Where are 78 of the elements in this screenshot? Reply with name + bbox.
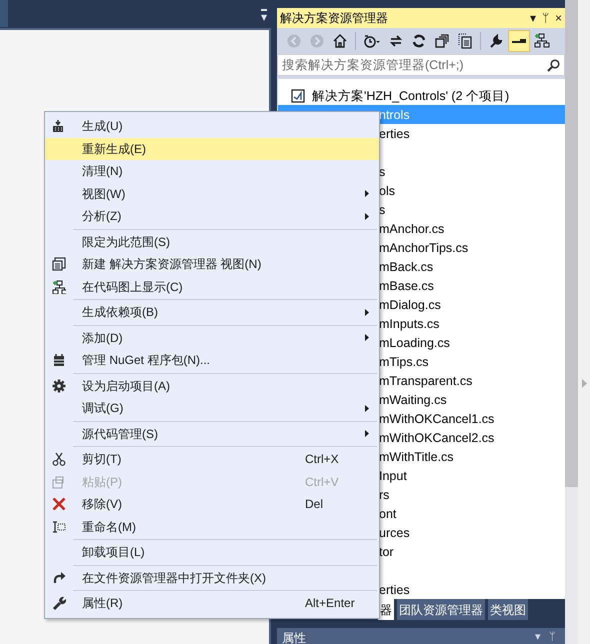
- tree-item[interactable]: Input: [379, 466, 407, 486]
- preview-button[interactable]: [508, 30, 530, 52]
- scissors-icon: [52, 452, 66, 466]
- collapse-icon: [434, 33, 450, 50]
- menu-item[interactable]: 清理(N): [45, 160, 379, 182]
- panel-tab[interactable]: 团队资源管理器: [397, 599, 485, 620]
- wrench-icon: [52, 596, 66, 610]
- menu-item[interactable]: 分析(Z): [45, 205, 379, 228]
- dropdown-button[interactable]: ▾: [535, 632, 541, 643]
- menu-item[interactable]: 新建 解决方案资源管理器 视图(N): [45, 253, 379, 276]
- tree-item[interactable]: rs: [379, 486, 390, 504]
- diagram-icon: [534, 33, 550, 50]
- tree-item[interactable]: mBase.cs: [379, 276, 434, 296]
- menu-item[interactable]: 属性(R) Alt+Enter: [45, 592, 379, 614]
- menu-item[interactable]: 添加(D): [45, 326, 379, 349]
- build-icon: [52, 119, 66, 134]
- tree-item[interactable]: mBack.cs: [379, 258, 434, 276]
- menu-item[interactable]: 卸载项目(L): [45, 541, 379, 564]
- search-field[interactable]: 搜索解决方案资源管理器(Ctrl+;): [277, 54, 565, 76]
- tree-item[interactable]: tor: [379, 542, 394, 562]
- tree-item[interactable]: mInputs.cs: [379, 314, 440, 334]
- menu-item[interactable]: 重命名(M): [45, 516, 379, 538]
- preview-icon: [512, 39, 526, 44]
- solution-icon: [291, 88, 305, 103]
- tree-item[interactable]: 解决方案'HZH_Controls' (2 个项目): [312, 86, 510, 106]
- menu-item[interactable]: 剪切(T) Ctrl+X: [45, 448, 379, 470]
- tree-item[interactable]: mTips.cs: [379, 352, 429, 372]
- menu-item[interactable]: 移除(V) Del: [45, 493, 379, 516]
- redo-arrow-icon: [52, 570, 66, 585]
- forward-icon: [309, 33, 325, 50]
- clipboard-icon: [52, 474, 66, 489]
- tree-item[interactable]: erties: [379, 580, 410, 600]
- tree-item[interactable]: mWaiting.cs: [379, 390, 447, 410]
- pin-button[interactable]: ᛘ: [549, 632, 556, 643]
- menu-item[interactable]: 在文件资源管理器中打开文件夹(X): [45, 566, 379, 589]
- panel-tab[interactable]: 类视图: [488, 599, 528, 620]
- tree-item[interactable]: mDialog.cs: [379, 296, 441, 314]
- tree-item[interactable]: erties: [379, 124, 410, 144]
- scrollbar-thumb[interactable]: [565, 0, 578, 487]
- window-icon: [52, 257, 66, 272]
- wrench-icon: [488, 33, 504, 50]
- tree-item[interactable]: mWithOKCancel2.cs: [379, 428, 494, 448]
- tree-item[interactable]: ont: [379, 504, 396, 524]
- menu-item[interactable]: 生成依赖项(B): [45, 301, 379, 324]
- back-icon: [286, 33, 302, 50]
- menu-item[interactable]: 调试(G): [45, 397, 379, 420]
- dropdown-button[interactable]: ▾: [530, 12, 536, 24]
- tree-item[interactable]: mWithOKCancel1.cs: [379, 410, 494, 428]
- rename-icon: [52, 520, 66, 534]
- sync-icon: [388, 33, 404, 50]
- panel-title: 属性: [282, 632, 306, 644]
- tab-list-button[interactable]: ▾: [261, 9, 267, 23]
- menu-item[interactable]: 管理 NuGet 程序包(N)...: [45, 349, 379, 372]
- gear-icon: [52, 378, 66, 393]
- close-icon: [52, 497, 66, 512]
- tree-item[interactable]: mTransparent.cs: [379, 372, 472, 390]
- menu-item[interactable]: 限定为此范围(S): [45, 230, 379, 253]
- refresh-icon: [411, 33, 427, 50]
- menu-item[interactable]: 重新生成(E): [45, 138, 379, 160]
- files-icon: [457, 33, 473, 50]
- tree-item[interactable]: mLoading.cs: [379, 334, 450, 352]
- history-icon: [363, 33, 381, 50]
- tree-item[interactable]: ols: [379, 182, 395, 200]
- menu-item[interactable]: 视图(W): [45, 182, 379, 205]
- menu-item[interactable]: 在代码图上显示(C): [45, 276, 379, 298]
- menu-item[interactable]: 源代码管理(S): [45, 422, 379, 445]
- tree-item[interactable]: mAnchor.cs: [379, 220, 444, 238]
- tree-item[interactable]: mWithTitle.cs: [379, 448, 454, 466]
- package-icon: [52, 353, 66, 368]
- search-icon: [547, 58, 560, 72]
- tree-item[interactable]: urces: [379, 524, 410, 542]
- menu-item[interactable]: 设为启动项目(A): [45, 374, 379, 397]
- panel-title: 解决方案资源管理器: [280, 10, 388, 27]
- home-icon: [332, 33, 348, 50]
- diagram-icon: [52, 280, 66, 294]
- close-button[interactable]: ×: [554, 12, 562, 24]
- tree-item[interactable]: mAnchorTips.cs: [379, 238, 468, 258]
- pin-button[interactable]: ᛘ: [542, 12, 549, 24]
